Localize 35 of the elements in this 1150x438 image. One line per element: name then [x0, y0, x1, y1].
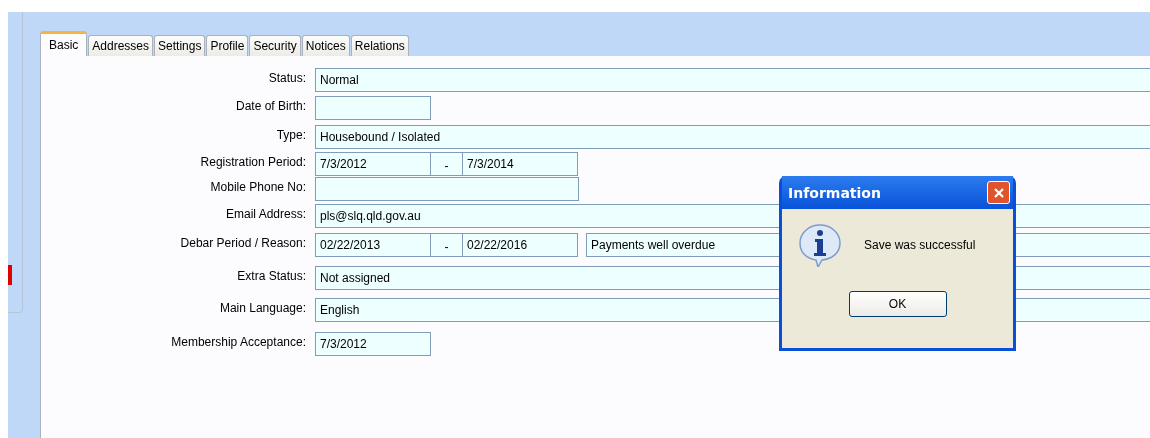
input-field[interactable]: 7/3/2012	[315, 332, 431, 356]
close-icon	[992, 186, 1005, 199]
field-label: Extra Status:	[236, 268, 306, 283]
field-label: Registration Period:	[199, 154, 306, 169]
date-field[interactable]: 02/22/2016	[462, 233, 578, 257]
input-field[interactable]: Normal	[315, 68, 1150, 92]
field-label: Membership Acceptance:	[170, 334, 306, 349]
input-field[interactable]: Housebound / Isolated	[315, 125, 1150, 149]
date-field[interactable]: 7/3/2014	[462, 152, 578, 176]
field-label: Date of Birth:	[234, 98, 306, 113]
tab[interactable]: Settings	[154, 35, 206, 56]
tab[interactable]: Profile	[206, 35, 249, 56]
close-button[interactable]	[987, 181, 1010, 204]
tab[interactable]: Addresses	[88, 35, 154, 56]
field-label: Type:	[275, 127, 306, 142]
dash-text: -	[444, 159, 449, 173]
tab[interactable]: Notices	[301, 35, 350, 56]
date-field[interactable]: 7/3/2012	[315, 152, 431, 176]
input-field[interactable]	[315, 96, 431, 120]
field-label: Status:	[267, 70, 306, 85]
info-icon	[798, 223, 842, 267]
dialog-title: Information	[788, 184, 881, 201]
field-label: Debar Period / Reason:	[179, 235, 306, 250]
date-field[interactable]: 02/22/2013	[315, 233, 431, 257]
dash-text: -	[444, 240, 449, 254]
tab[interactable]: Relations	[350, 35, 409, 56]
flag-marker	[8, 265, 12, 285]
input-field[interactable]	[315, 177, 579, 201]
ok-button[interactable]: OK	[848, 291, 947, 317]
tab[interactable]: Security	[249, 35, 301, 56]
field-label: Main Language:	[218, 300, 306, 315]
field-label: Mobile Phone No:	[209, 179, 306, 194]
dialog-message: Save was successful	[864, 238, 976, 252]
tab[interactable]: Basic	[40, 31, 88, 56]
field-label: Email Address:	[224, 206, 306, 221]
